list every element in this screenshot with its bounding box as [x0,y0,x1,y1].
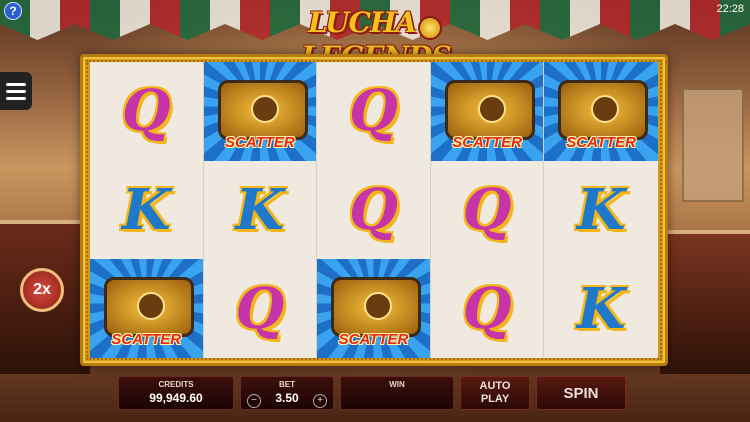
credits-label: CREDITS [158,380,194,389]
mask-icon [591,95,620,123]
symbol-scatter: SCATTER [430,62,544,161]
reel-5: SCATTER K K [544,62,658,358]
symbol-scatter: SCATTER [203,62,317,161]
symbol-k: K [544,259,658,358]
spin-button[interactable]: SPIN [536,376,626,410]
symbol-k: K [544,161,658,260]
bet-increase-button[interactable]: + [313,394,327,408]
wall-poster [682,88,744,202]
win-display: WIN [340,376,454,410]
logo-text-left: LUCHA [307,6,417,39]
championship-belt-icon [331,277,422,338]
symbol-letter: K [235,177,285,243]
symbol-q: Q [431,161,544,260]
symbol-letter: Q [349,177,398,243]
menu-line [6,82,26,86]
bet-display: BET 3.50 − + [240,376,334,410]
symbol-scatter: SCATTER [317,259,430,359]
reel-grid: Q K SCATTER SCATTER K Q Q Q SCATTER SCATTER Q Q SCAT… [90,62,658,359]
help-icon[interactable]: ? [4,2,22,20]
symbol-letter: K [121,177,171,243]
symbol-k: K [90,161,203,260]
hamburger-menu-icon[interactable] [0,72,32,110]
control-bar: CREDITS 99,949.60 BET 3.50 − + WIN AUTO … [118,376,626,410]
symbol-letter: Q [349,78,398,145]
mask-icon [250,95,279,123]
autoplay-button[interactable]: AUTO PLAY [460,376,530,410]
mask-icon [477,95,506,123]
win-label: WIN [389,380,405,389]
symbol-q: Q [317,161,430,260]
menu-line [6,96,26,100]
championship-belt-icon [558,80,649,140]
credits-display: CREDITS 99,949.60 [118,376,234,410]
reel-3: Q Q SCATTER [317,62,431,359]
scatter-label: SCATTER [452,133,522,151]
autoplay-label-line2: PLAY [480,393,510,405]
logo-coin-icon [418,15,443,40]
bet-decrease-button[interactable]: − [247,394,261,408]
menu-line [6,89,26,93]
reel-2: SCATTER K Q [203,62,318,358]
championship-belt-icon [444,80,535,140]
symbol-scatter: SCATTER [90,259,203,359]
symbol-letter: K [576,275,626,342]
autoplay-label-line1: AUTO [479,380,511,392]
symbol-q: Q [317,62,430,161]
championship-belt-icon [104,277,194,338]
mask-icon [364,292,393,321]
mask-icon [137,292,165,321]
scatter-label: SCATTER [111,331,182,349]
symbol-scatter: SCATTER [544,62,658,161]
scatter-label: SCATTER [566,133,637,151]
multiplier-badge: 2x [20,268,64,312]
scatter-label: SCATTER [225,133,295,151]
status-clock: 22:28 [716,3,744,15]
symbol-letter: K [576,177,626,243]
symbol-letter: Q [121,78,171,145]
game-logo: LUCHALEGENDS [258,6,494,73]
symbol-letter: Q [235,275,285,342]
ring-post-right [660,230,750,374]
scatter-label: SCATTER [338,331,409,349]
championship-belt-icon [217,80,308,140]
bet-label: BET [279,380,295,389]
symbol-q: Q [204,259,317,358]
symbol-q: Q [431,259,544,358]
reel-4: SCATTER Q Q [430,62,545,358]
symbol-letter: Q [462,275,512,342]
reel-1: Q K SCATTER [90,62,204,359]
symbol-letter: Q [462,177,512,243]
symbol-q: Q [90,62,203,161]
credits-value: 99,949.60 [149,391,203,405]
symbol-k: K [204,161,317,260]
